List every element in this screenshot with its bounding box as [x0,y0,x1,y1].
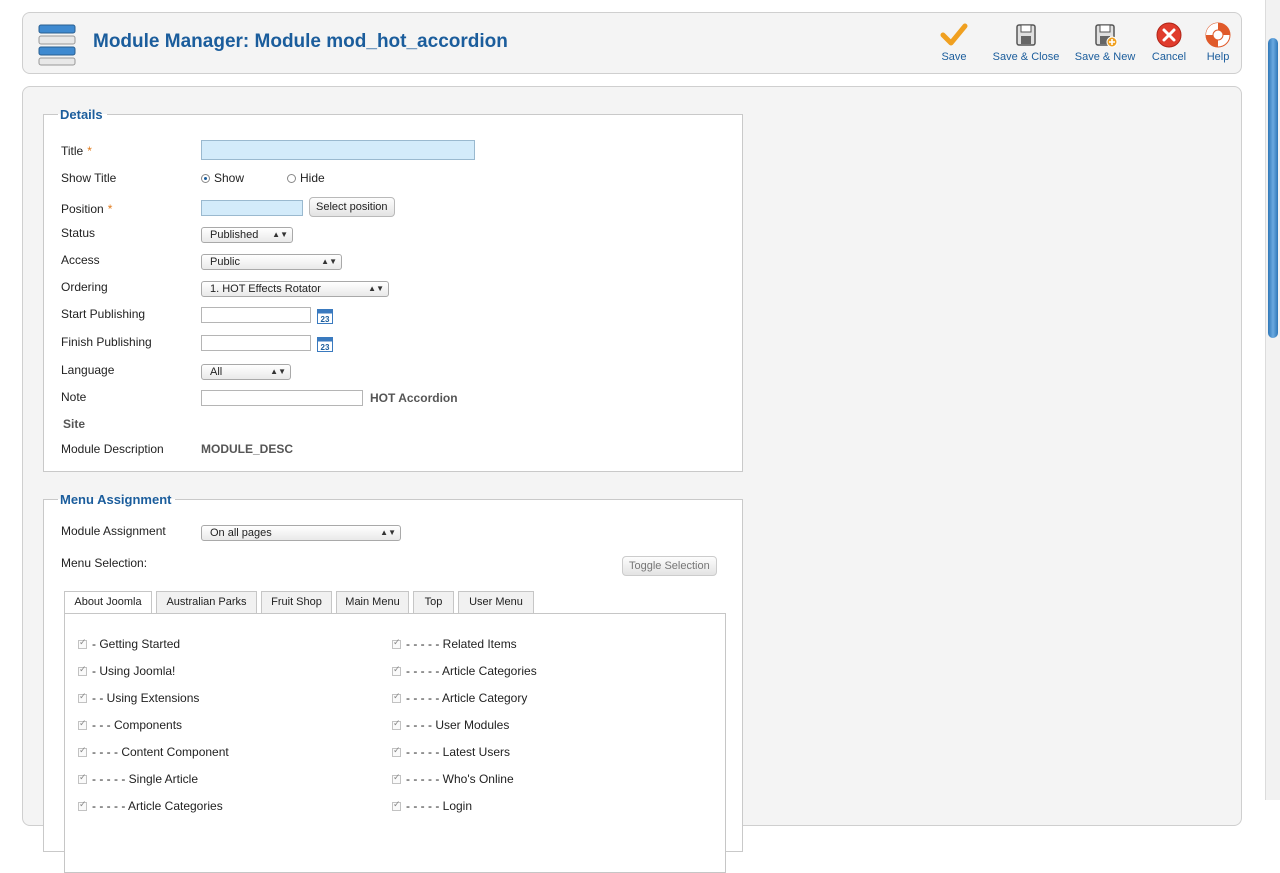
finish-publishing-input[interactable] [201,335,311,351]
select-arrows-icon: ▲▼ [272,230,288,239]
calendar-icon[interactable]: 23 [317,336,333,352]
checkbox-checked-icon [78,799,87,811]
menu-item-checkbox[interactable]: - Using Joomla! [78,664,175,678]
cancel-icon [1156,22,1182,48]
language-label: Language [61,363,115,377]
ordering-label: Ordering [61,280,108,294]
site-label: Site [63,417,86,431]
title-input[interactable] [201,140,475,160]
scrollbar-thumb[interactable] [1268,38,1278,338]
svg-text:23: 23 [321,343,330,352]
tab-user-menu[interactable]: User Menu [458,591,534,613]
checkbox-checked-icon [78,772,87,784]
select-arrows-icon: ▲▼ [380,528,396,537]
menu-item-checkbox[interactable]: - - - - Content Component [78,745,229,759]
tab-australian-parks[interactable]: Australian Parks [156,591,257,613]
start-publishing-label: Start Publishing [61,307,146,321]
lifebuoy-icon [1205,22,1231,48]
toggle-selection-button[interactable]: Toggle Selection [622,556,717,576]
start-publishing-input[interactable] [201,307,311,323]
module-assignment-label: Module Assignment [61,524,166,538]
menu-item-checkbox[interactable]: - - - - - Article Categories [392,664,537,678]
radio-checked-icon [201,174,210,183]
ordering-select[interactable]: 1. HOT Effects Rotator ▲▼ [201,281,389,297]
checkbox-checked-icon [78,718,87,730]
menu-item-checkbox[interactable]: - - - - - Related Items [392,637,517,651]
checkbox-checked-icon [392,799,401,811]
access-label: Access [61,253,100,267]
checkbox-checked-icon [78,664,87,676]
page-scrollbar[interactable] [1265,0,1280,800]
calendar-icon[interactable]: 23 [317,308,333,324]
checkbox-checked-icon [78,745,87,757]
menu-item-checkbox[interactable]: - - - - User Modules [392,718,509,732]
help-button[interactable]: Help [1203,21,1233,63]
menu-item-checkbox[interactable]: - - - - - Single Article [78,772,198,786]
menu-item-checkbox[interactable]: - - - - - Login [392,799,472,813]
select-arrows-icon: ▲▼ [368,284,384,293]
page-title: Module Manager: Module mod_hot_accordion [93,31,508,52]
status-label: Status [61,226,96,240]
checkbox-checked-icon [392,718,401,730]
checkbox-checked-icon [392,691,401,703]
menu-item-checkbox[interactable]: - Getting Started [78,637,180,651]
note-module-name: HOT Accordion [370,391,458,405]
svg-text:23: 23 [321,315,330,324]
module-assignment-select[interactable]: On all pages ▲▼ [201,525,401,541]
checkbox-checked-icon [392,745,401,757]
module-manager-icon [38,24,76,66]
main-panel: Details Title * Show Title Show Hide Posi… [22,86,1242,873]
save-new-button[interactable]: Save & New [1073,21,1137,63]
menu-items-panel: - Getting Started - Using Joomla! - - Us… [64,613,726,873]
details-fieldset: Details Title * Show Title Show Hide Posi… [43,107,743,472]
position-input[interactable] [201,200,303,216]
note-label: Note [61,390,87,404]
position-label: Position * [61,202,113,216]
menu-item-checkbox[interactable]: - - - - - Who's Online [392,772,514,786]
menu-assignment-fieldset: Menu Assignment Module Assignment On all… [43,492,743,873]
menu-selection-label: Menu Selection: [61,556,148,570]
menu-item-checkbox[interactable]: - - - - - Latest Users [392,745,510,759]
menu-item-checkbox[interactable]: - - - Components [78,718,182,732]
floppy-disk-icon [1016,24,1036,46]
module-description-label: Module Description [61,442,164,456]
checkbox-checked-icon [392,637,401,649]
select-arrows-icon: ▲▼ [270,367,286,376]
select-arrows-icon: ▲▼ [321,257,337,266]
tab-fruit-shop[interactable]: Fruit Shop [261,591,332,613]
save-close-button[interactable]: Save & Close [991,21,1061,63]
checkbox-checked-icon [78,691,87,703]
checkbox-checked-icon [392,772,401,784]
module-description-value: MODULE_DESC [201,442,294,456]
checkbox-checked-icon [78,637,87,649]
checkmark-icon [940,23,968,46]
menu-assignment-legend: Menu Assignment [60,492,172,507]
checkbox-checked-icon [392,664,401,676]
floppy-disk-add-icon [1095,24,1118,48]
menu-item-checkbox[interactable]: - - Using Extensions [78,691,199,705]
status-select[interactable]: Published ▲▼ [201,227,293,243]
select-position-button[interactable]: Select position [309,197,395,217]
note-input[interactable] [201,390,363,406]
finish-publishing-label: Finish Publishing [61,335,152,349]
show-title-hide-radio[interactable]: Hide [287,171,325,185]
tab-about-joomla[interactable]: About Joomla [64,591,152,614]
save-button[interactable]: Save [934,21,974,63]
show-title-show-radio[interactable]: Show [201,171,244,185]
details-legend: Details [60,107,103,122]
title-label: Title * [61,144,92,158]
show-title-label: Show Title [61,171,117,185]
language-select[interactable]: All ▲▼ [201,364,291,380]
tab-top[interactable]: Top [413,591,454,613]
access-select[interactable]: Public ▲▼ [201,254,342,270]
tab-main-menu[interactable]: Main Menu [336,591,409,613]
menu-item-checkbox[interactable]: - - - - - Article Category [392,691,527,705]
radio-unchecked-icon [287,174,296,183]
cancel-button[interactable]: Cancel [1149,21,1189,63]
menu-item-checkbox[interactable]: - - - - - Article Categories [78,799,223,813]
page-header: Module Manager: Module mod_hot_accordion… [22,12,1242,74]
